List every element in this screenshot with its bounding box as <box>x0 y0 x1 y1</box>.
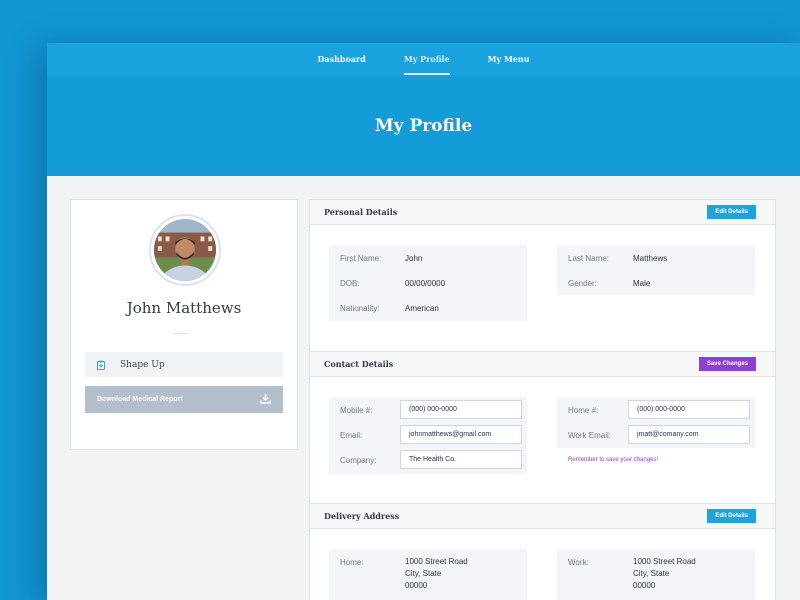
delivery-work-label: Work: <box>568 558 589 567</box>
delivery-work-line2: City, State <box>633 569 670 578</box>
first-name-value: John <box>405 254 423 263</box>
details-column: Personal Details Edit Details First Name… <box>309 199 776 600</box>
personal-details-header: Personal Details Edit Details <box>310 200 775 225</box>
work-email-label: Work Email: <box>568 431 611 440</box>
divider <box>173 333 189 334</box>
delivery-address-title: Delivery Address <box>324 511 400 521</box>
company-label: Company: <box>340 456 377 465</box>
download-medical-report-button[interactable]: Download Medical Report <box>85 386 283 413</box>
home-phone-input[interactable]: (000) 000-0000 <box>628 400 750 419</box>
delivery-home-line1: 1000 Street Road <box>405 557 468 566</box>
delivery-home-line2: City, State <box>405 569 442 578</box>
tab-dashboard[interactable]: Dashboard <box>298 43 384 75</box>
gender-value: Male <box>633 279 651 288</box>
delivery-address-header: Delivery Address Edit Details <box>310 504 775 529</box>
delivery-work-line1: 1000 Street Road <box>633 557 696 566</box>
contact-details-header: Contact Details Save Changes <box>310 352 775 377</box>
download-label: Download Medical Report <box>97 396 183 403</box>
email-label: Email: <box>340 431 363 440</box>
delivery-work-address: 1000 Street Road City, State 00000 <box>633 556 696 592</box>
delivery-work-line3: 00000 <box>633 581 656 590</box>
company-input[interactable]: The Health Co. <box>400 450 522 469</box>
last-name-value: Matthews <box>633 254 668 263</box>
delivery-home-label: Home: <box>340 558 364 567</box>
shape-up-item[interactable]: Shape Up <box>85 352 283 377</box>
avatar-photo <box>154 219 216 281</box>
clipboard-icon <box>96 360 106 370</box>
delivery-home-line3: 00000 <box>405 581 428 590</box>
profile-name: John Matthews <box>126 299 242 317</box>
app-window: Dashboard My Profile My Menu My Profile <box>47 43 800 600</box>
profile-card: John Matthews Shape Up Download Medical … <box>70 199 298 450</box>
first-name-label: First Name: <box>340 254 382 263</box>
contact-details-title: Contact Details <box>324 359 394 369</box>
personal-details-panel: Personal Details Edit Details First Name… <box>309 199 776 352</box>
gender-label: Gender: <box>568 279 597 288</box>
shape-up-label: Shape Up <box>120 359 165 370</box>
last-name-label: Last Name: <box>568 254 609 263</box>
page-title: My Profile <box>374 115 473 136</box>
nationality-label: Nationality: <box>340 304 380 313</box>
hero-banner: My Profile <box>47 75 800 176</box>
personal-details-title: Personal Details <box>324 207 398 217</box>
tab-my-profile[interactable]: My Profile <box>385 43 469 75</box>
save-reminder-hint: Remember to save your changes! <box>568 457 659 463</box>
delivery-address-panel: Delivery Address Edit Details Home: 1000… <box>309 504 776 600</box>
save-changes-button[interactable]: Save Changes <box>698 357 756 371</box>
download-icon <box>260 391 271 409</box>
email-input[interactable]: johnmatthews@gmail.com <box>400 425 522 444</box>
tab-my-menu[interactable]: My Menu <box>469 43 549 75</box>
avatar <box>149 214 221 286</box>
delivery-home-address: 1000 Street Road City, State 00000 <box>405 556 468 592</box>
edit-personal-details-button[interactable]: Edit Details <box>707 205 756 219</box>
dob-value: 00/00/0000 <box>405 279 446 288</box>
edit-delivery-address-button[interactable]: Edit Details <box>707 509 756 523</box>
nationality-value: American <box>405 304 439 313</box>
mobile-input[interactable]: (000) 000-0000 <box>400 400 522 419</box>
dob-label: DOB: <box>340 279 360 288</box>
home-phone-label: Home #: <box>568 406 599 415</box>
work-email-input[interactable]: jmatt@comany.com <box>628 425 750 444</box>
mobile-label: Mobile #: <box>340 406 373 415</box>
top-nav: Dashboard My Profile My Menu <box>47 43 800 75</box>
contact-details-panel: Contact Details Save Changes Mobile #: (… <box>309 352 776 504</box>
